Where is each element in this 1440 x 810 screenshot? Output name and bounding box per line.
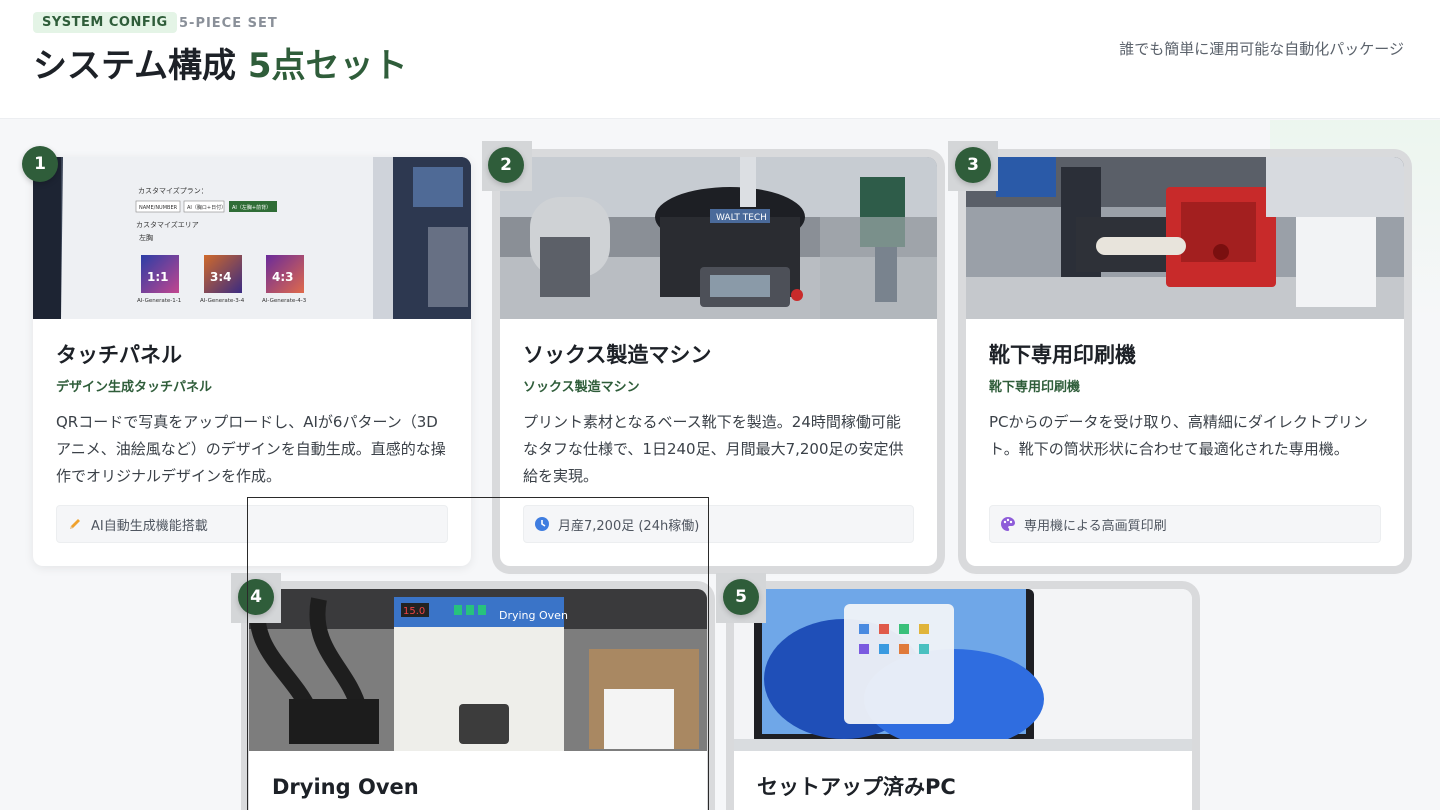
card-title: タッチパネル (56, 343, 182, 367)
touch-area-label: カスタマイズエリア (136, 220, 199, 229)
touch-tile-1-caption: AI-Generate-1-1 (137, 298, 181, 304)
card-description: PCからのデータを受け取り、高精細にダイレクトプリント。靴下の筒状形状に合わせて… (989, 413, 1368, 459)
touch-tile-3-ratio: 4:3 (272, 270, 294, 284)
sock-printer-photo (966, 157, 1404, 319)
card-subtitle: 靴下専用印刷機 (989, 380, 1081, 396)
touch-option-1: NAME/NUMBER (139, 205, 178, 211)
touch-tile-2-caption: AI-Generate-3-4 (200, 298, 245, 304)
page-title-accent: 5点セット (247, 46, 408, 86)
touch-tile-3-caption: AI-Generate-4-3 (262, 298, 307, 304)
section-sub-badge: 5-PIECE SET (179, 16, 278, 31)
touch-option-3: AI（左胸+前背） (232, 204, 271, 211)
card-subtitle: デザイン生成タッチパネル (56, 380, 213, 396)
feature-tag: 専用機による高画質印刷 (989, 505, 1381, 543)
step-number-1: 1 (22, 146, 58, 182)
feature-tag: AI自動生成機能搭載 (56, 505, 448, 543)
page-header: SYSTEM CONFIG 5-PIECE SET システム構成 5点セット 誰… (0, 0, 1440, 119)
setup-pc-photo (734, 589, 1192, 751)
touch-tile-2-ratio: 3:4 (210, 270, 232, 284)
page-title-main: システム構成 (33, 46, 248, 86)
page-tagline: 誰でも簡単に運用可能な自動化パッケージ (1119, 40, 1404, 58)
touch-area-value: 左胸 (139, 233, 153, 242)
card-title: Drying Oven (272, 775, 419, 799)
card-title: 靴下専用印刷機 (989, 343, 1136, 367)
touch-plan-label: カスタマイズプラン： (138, 186, 208, 195)
feature-tag: 月産7,200足 (24h稼働) (523, 505, 914, 543)
feature-label: 専用機による高画質印刷 (1024, 518, 1167, 534)
sock-machine-photo: WALT TECH (500, 157, 937, 319)
card-drying-oven[interactable]: 15.0 Drying Oven Drying Oven (249, 589, 707, 810)
step-number-5: 5 (723, 579, 759, 615)
oven-display-value: 15.0 (403, 606, 425, 617)
oven-label: Drying Oven (499, 609, 568, 622)
card-title: セットアップ済みPC (757, 775, 956, 799)
sock-machine-brand: WALT TECH (716, 213, 767, 223)
feature-label: 月産7,200足 (24h稼働) (558, 518, 700, 534)
section-badge: SYSTEM CONFIG (33, 12, 177, 33)
page-title: システム構成 5点セット (33, 38, 408, 87)
card-description: プリント素材となるベース靴下を製造。24時間稼働可能なタフな仕様で、1日240足… (523, 413, 904, 486)
touch-panel-photo: カスタマイズプラン： NAME/NUMBER AI（胸ロ+日付） AI（左胸+前… (33, 157, 471, 319)
feature-label: AI自動生成機能搭載 (91, 518, 208, 534)
card-touch-panel[interactable]: カスタマイズプラン： NAME/NUMBER AI（胸ロ+日付） AI（左胸+前… (33, 157, 471, 566)
touch-option-2: AI（胸ロ+日付） (187, 204, 226, 211)
card-description: QRコードで写真をアップロードし、AIが6パターン（3Dアニメ、油絵風など）のデ… (56, 413, 446, 486)
pencil-icon (67, 516, 83, 532)
palette-icon (1000, 516, 1016, 532)
step-number-2: 2 (488, 147, 524, 183)
drying-oven-photo: 15.0 Drying Oven (249, 589, 707, 751)
card-setup-pc[interactable]: セットアップ済みPC (734, 589, 1192, 810)
step-number-4: 4 (238, 579, 274, 615)
card-subtitle: ソックス製造マシン (523, 380, 640, 396)
card-title: ソックス製造マシン (523, 343, 712, 367)
clock-icon (534, 516, 550, 532)
card-sock-machine[interactable]: WALT TECH ソックス製造マシン ソックス製造マシン プリント素材となるベ… (500, 157, 937, 566)
step-number-3: 3 (955, 147, 991, 183)
card-sock-printer[interactable]: 靴下専用印刷機 靴下専用印刷機 PCからのデータを受け取り、高精細にダイレクトプ… (966, 157, 1404, 566)
touch-tile-1-ratio: 1:1 (147, 270, 169, 284)
